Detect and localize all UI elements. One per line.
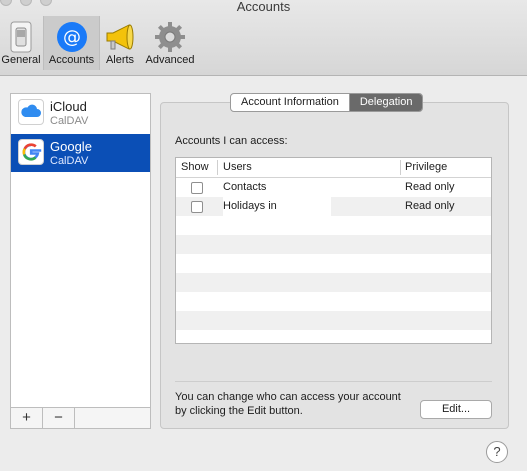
user-cell: Contacts: [223, 181, 267, 193]
empty-row: [176, 311, 491, 330]
show-checkbox[interactable]: [191, 201, 203, 213]
privilege-cell: Read only: [405, 181, 455, 193]
megaphone-icon: [106, 24, 134, 50]
toolbar-alerts[interactable]: Alerts: [100, 16, 140, 70]
account-row-icloud[interactable]: iCloud CalDAV: [11, 94, 150, 132]
column-header-users[interactable]: Users: [223, 158, 252, 177]
table-row[interactable]: Holidays in Read only: [176, 197, 491, 216]
account-type: CalDAV: [50, 115, 89, 127]
toolbar-advanced[interactable]: Advanced: [142, 16, 198, 70]
at-sign-icon: @: [56, 22, 87, 52]
gear-icon: [155, 22, 185, 52]
cloud-icon: [18, 99, 44, 125]
toolbar-general-label: General: [1, 54, 41, 66]
empty-row: [176, 254, 491, 273]
edit-help-text: You can change who can access your accou…: [175, 391, 401, 417]
column-divider: [217, 160, 218, 175]
empty-row: [176, 330, 491, 343]
tab-account-information[interactable]: Account Information: [231, 94, 349, 111]
toolbar-accounts[interactable]: @ Accounts: [43, 16, 100, 70]
remove-account-button[interactable]: −: [43, 408, 75, 428]
empty-row: [176, 273, 491, 292]
column-divider: [400, 160, 401, 175]
account-type: CalDAV: [50, 155, 89, 167]
toolbar-advanced-label: Advanced: [145, 54, 195, 66]
account-list: iCloud CalDAV Google CalDAV: [10, 93, 151, 408]
account-list-footer: + −: [10, 408, 151, 429]
empty-row: [176, 216, 491, 235]
table-row[interactable]: Contacts Read only: [176, 178, 491, 197]
show-checkbox[interactable]: [191, 182, 203, 194]
google-icon: [18, 139, 44, 165]
edit-button[interactable]: Edit...: [420, 400, 492, 419]
table-header: Show Users Privilege: [176, 158, 491, 178]
toolbar-alerts-label: Alerts: [105, 54, 135, 66]
empty-row: [176, 235, 491, 254]
help-button[interactable]: ?: [486, 441, 508, 463]
cell-blank: [281, 197, 331, 216]
delegation-table: Show Users Privilege Contacts Read only …: [175, 157, 492, 344]
empty-row: [176, 292, 491, 311]
user-cell: Holidays in: [223, 197, 281, 216]
switch-icon: [10, 21, 32, 53]
panel-divider: [175, 381, 492, 382]
account-tabs: Account Information Delegation: [230, 93, 424, 112]
add-account-button[interactable]: +: [11, 408, 43, 428]
accounts-access-label: Accounts I can access:: [175, 135, 288, 147]
column-header-privilege[interactable]: Privilege: [405, 158, 447, 177]
toolbar-general[interactable]: General: [0, 16, 42, 70]
toolbar-accounts-label: Accounts: [48, 54, 95, 66]
tab-delegation[interactable]: Delegation: [348, 94, 423, 111]
window-toolbar: Accounts General @ Accounts Alerts Advan…: [0, 0, 527, 76]
column-header-show[interactable]: Show: [181, 158, 209, 177]
privilege-cell: Read only: [405, 200, 455, 212]
window-title: Accounts: [236, 0, 291, 14]
account-row-google[interactable]: Google CalDAV: [11, 134, 150, 172]
svg-text:@: @: [63, 27, 81, 48]
account-name: Google: [50, 139, 92, 154]
account-name: iCloud: [50, 99, 87, 114]
